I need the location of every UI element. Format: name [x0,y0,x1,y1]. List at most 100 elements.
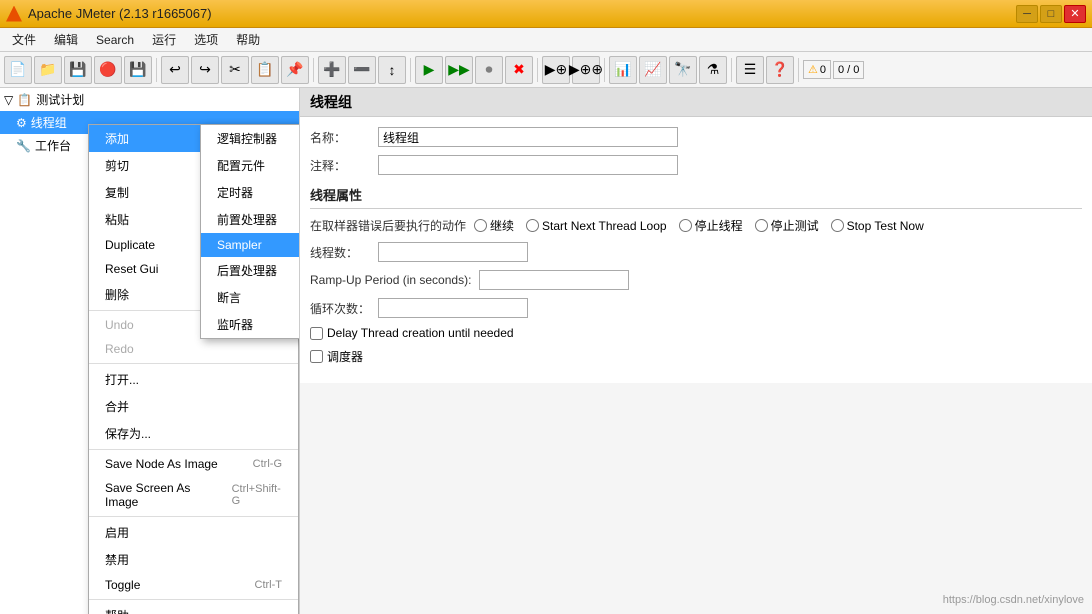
app-icon [6,6,22,22]
tb-paste[interactable]: 📌 [281,56,309,84]
ctx-merge[interactable]: 合并 [89,393,298,420]
name-row: 名称： [310,127,1082,147]
ctx-undo-label: Undo [105,318,134,332]
ctx-redo: Redo [89,337,298,361]
tb-undo[interactable]: ↩ [161,56,189,84]
threadgroup-label: 线程组 [31,114,67,131]
tb-report2[interactable]: 📈 [639,56,667,84]
tb-cut[interactable]: ✂ [221,56,249,84]
ctx-disable[interactable]: 禁用 [89,546,298,573]
submenu-listener-label: 监听器 [217,316,253,333]
menu-search[interactable]: Search [88,31,142,49]
warning-badge: ⚠ 0 [803,60,831,79]
ctx-add-label: 添加 [105,130,129,147]
tb-help[interactable]: ❓ [766,56,794,84]
delay-checkbox[interactable] [310,327,323,340]
name-label: 名称： [310,129,370,146]
submenu-postproc[interactable]: 后置处理器 ▶ [201,257,300,284]
ctx-savenodeimg[interactable]: Save Node As Image Ctrl-G [89,452,298,476]
submenu-logic[interactable]: 逻辑控制器 ▶ [201,125,300,152]
loop-input[interactable] [378,298,528,318]
tb-func[interactable]: ⚗ [699,56,727,84]
submenu-preproc-label: 前置处理器 [217,211,277,228]
scheduler-checkbox-label[interactable]: 调度器 [310,348,363,365]
ctx-sep2 [89,363,298,364]
submenu-config[interactable]: 配置元件 ▶ [201,152,300,179]
tb-copy[interactable]: 📋 [251,56,279,84]
minimize-button[interactable]: ─ [1016,5,1038,23]
threads-label: 线程数： [310,244,370,261]
title-bar-left: Apache JMeter (2.13 r1665067) [6,6,212,22]
tb-redo[interactable]: ↪ [191,56,219,84]
ctx-open[interactable]: 打开... [89,366,298,393]
tb-new[interactable]: 📄 [4,56,32,84]
ctx-help[interactable]: 帮助 [89,602,298,614]
radio-stop-test[interactable]: 停止测试 [755,217,819,234]
close-button[interactable]: ✕ [1064,5,1086,23]
tb-remove[interactable]: ➖ [348,56,376,84]
section-title: 线程属性 [310,185,1082,209]
radio-continue[interactable]: 继续 [474,217,514,234]
stop-test-now-label: Stop Test Now [847,219,924,233]
ctx-cut-label: 剪切 [105,157,129,174]
loop-row: 循环次数： [310,298,1082,318]
radio-stop-thread[interactable]: 停止线程 [679,217,743,234]
ctx-open-label: 打开... [105,371,139,388]
menu-edit[interactable]: 编辑 [46,29,86,50]
tree-panel: ▽ 📋 测试计划 ⚙ 线程组 🔧 工作台 添加 ▶ 剪切 Ctrl-X 复制 C… [0,88,300,614]
testplan-icon: 📋 [17,93,32,107]
tb-save[interactable]: 💾 [124,56,152,84]
tb-report1[interactable]: 📊 [609,56,637,84]
ctx-toggle[interactable]: Toggle Ctrl-T [89,573,298,597]
tb-save-template[interactable]: 💾 [64,56,92,84]
menu-file[interactable]: 文件 [4,29,44,50]
action-label: 在取样器错误后要执行的动作 [310,217,466,234]
comment-input[interactable] [378,155,678,175]
ctx-help-label: 帮助 [105,607,129,614]
submenu-preproc[interactable]: 前置处理器 ▶ [201,206,300,233]
scheduler-row: 调度器 [310,348,1082,365]
menu-run[interactable]: 运行 [144,29,184,50]
sep2 [313,58,314,82]
tb-shutdown[interactable]: ✖ [505,56,533,84]
loop-label: 循环次数： [310,300,370,317]
maximize-button[interactable]: □ [1040,5,1062,23]
tb-list[interactable]: ☰ [736,56,764,84]
radio-next-loop[interactable]: Start Next Thread Loop [526,219,667,233]
submenu-listener[interactable]: 监听器 ▶ [201,311,300,338]
tb-stop[interactable]: ⏺ [475,56,503,84]
tb-start-nopause[interactable]: ▶▶ [445,56,473,84]
comment-label: 注释： [310,157,370,174]
ctx-toggle-label: Toggle [105,578,140,592]
threads-row: 线程数： [310,242,1082,262]
scheduler-checkbox[interactable] [310,350,323,363]
name-input[interactable] [378,127,678,147]
submenu-assertion[interactable]: 断言 ▶ [201,284,300,311]
menu-help[interactable]: 帮助 [228,29,268,50]
delay-checkbox-label[interactable]: Delay Thread creation until needed [310,326,514,340]
action-radio-group: 继续 Start Next Thread Loop 停止线程 停止测试 [474,217,924,234]
tb-start[interactable]: ▶ [415,56,443,84]
radio-stop-now[interactable]: Stop Test Now [831,219,924,233]
ctx-saveas[interactable]: 保存为... [89,420,298,447]
tb-binoculars[interactable]: 🔭 [669,56,697,84]
sep4 [537,58,538,82]
add-submenu: 逻辑控制器 ▶ 配置元件 ▶ 定时器 ▶ 前置处理器 ▶ Sampler ▶ 后… [200,124,300,339]
error-badge: 0 / 0 [833,61,864,79]
tb-remote-start-all[interactable]: ▶⊕⊕ [572,56,600,84]
ctx-savescreenimg[interactable]: Save Screen As Image Ctrl+Shift-G [89,476,298,514]
tb-add[interactable]: ➕ [318,56,346,84]
menu-options[interactable]: 选项 [186,29,226,50]
tb-open[interactable]: 📁 [34,56,62,84]
submenu-sampler[interactable]: Sampler ▶ [201,233,300,257]
tree-item-testplan[interactable]: ▽ 📋 测试计划 [0,88,299,111]
tb-record[interactable]: 🔴 [94,56,122,84]
threads-input[interactable] [378,242,528,262]
rampup-input[interactable] [479,270,629,290]
ctx-savenodeimg-shortcut: Ctrl-G [253,458,282,470]
submenu-timer[interactable]: 定时器 ▶ [201,179,300,206]
tb-remote-start[interactable]: ▶⊕ [542,56,570,84]
ctx-duplicate-label: Duplicate [105,238,155,252]
tb-toggle[interactable]: ↕ [378,56,406,84]
ctx-enable[interactable]: 启用 [89,519,298,546]
